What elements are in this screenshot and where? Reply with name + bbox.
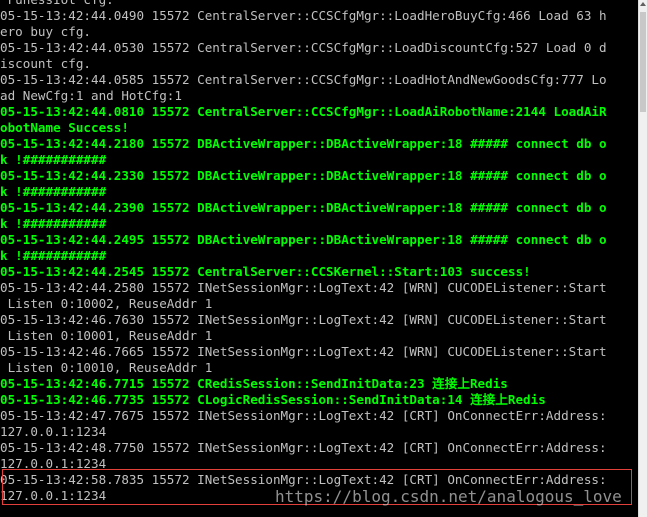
console-line: 05-15-13:42:44.2580 15572 INetSessionMgr… bbox=[0, 280, 607, 295]
console-line: 05-15-13:42:44.2330 15572 DBActiveWrappe… bbox=[0, 168, 607, 183]
console-line: 05-15-13:42:44.2495 15572 DBActiveWrappe… bbox=[0, 232, 607, 247]
console-line: 05-15-13:42:47.7675 15572 INetSessionMgr… bbox=[0, 408, 607, 423]
console-line: iscount cfg. bbox=[0, 56, 91, 71]
console-line: 05-15-13:42:44.2545 15572 CentralServer:… bbox=[0, 264, 531, 279]
console-line: FunessIot cfg. bbox=[0, 0, 638, 8]
console-line: 127.0.0.1:1234 bbox=[0, 424, 107, 439]
console-line: Listen 0:10002, ReuseAddr 1 bbox=[0, 296, 213, 311]
console-line: 05-15-13:42:44.2390 15572 DBActiveWrappe… bbox=[0, 200, 607, 215]
console-output: FunessIot cfg.05-15-13:42:44.0490 15572 … bbox=[0, 0, 638, 504]
console-line: ad NewCfg:1 and HotCfg:1 bbox=[0, 88, 182, 103]
console-line: k !########### bbox=[0, 152, 107, 167]
scroll-up-arrow-icon[interactable] bbox=[640, 2, 646, 6]
console-line: k !########### bbox=[0, 248, 107, 263]
vertical-scrollbar[interactable] bbox=[638, 0, 647, 517]
scroll-thumb[interactable] bbox=[640, 12, 646, 112]
console-line: 05-15-13:42:46.7665 15572 INetSessionMgr… bbox=[0, 344, 607, 359]
console-window[interactable]: FunessIot cfg.05-15-13:42:44.0490 15572 … bbox=[0, 0, 638, 517]
console-line: 05-15-13:42:46.7715 15572 CRedisSession:… bbox=[0, 376, 508, 391]
console-line: 05-15-13:42:44.0585 15572 CentralServer:… bbox=[0, 72, 607, 87]
console-line: 05-15-13:42:46.7735 15572 CLogicRedisSes… bbox=[0, 392, 546, 407]
console-line: 05-15-13:42:48.7750 15572 INetSessionMgr… bbox=[0, 440, 607, 455]
console-line: k !########### bbox=[0, 216, 107, 231]
console-line: 05-15-13:42:46.7630 15572 INetSessionMgr… bbox=[0, 312, 607, 327]
console-line: Listen 0:10001, ReuseAddr 1 bbox=[0, 328, 213, 343]
console-line: 05-15-13:42:44.0530 15572 CentralServer:… bbox=[0, 40, 607, 55]
console-line: Listen 0:10010, ReuseAddr 1 bbox=[0, 360, 213, 375]
console-line: ero buy cfg. bbox=[0, 24, 91, 39]
console-line: 05-15-13:42:44.0810 15572 CentralServer:… bbox=[0, 104, 607, 119]
console-line: 05-15-13:42:58.7835 15572 INetSessionMgr… bbox=[0, 472, 607, 487]
console-line: 05-15-13:42:44.0490 15572 CentralServer:… bbox=[0, 8, 607, 23]
console-line: 05-15-13:42:44.2180 15572 DBActiveWrappe… bbox=[0, 136, 607, 151]
console-line: obotName Success! bbox=[0, 120, 129, 135]
console-line: k !########### bbox=[0, 184, 107, 199]
console-line: 127.0.0.1:1234 bbox=[0, 456, 107, 471]
console-line: 127.0.0.1:1234 bbox=[0, 488, 107, 503]
